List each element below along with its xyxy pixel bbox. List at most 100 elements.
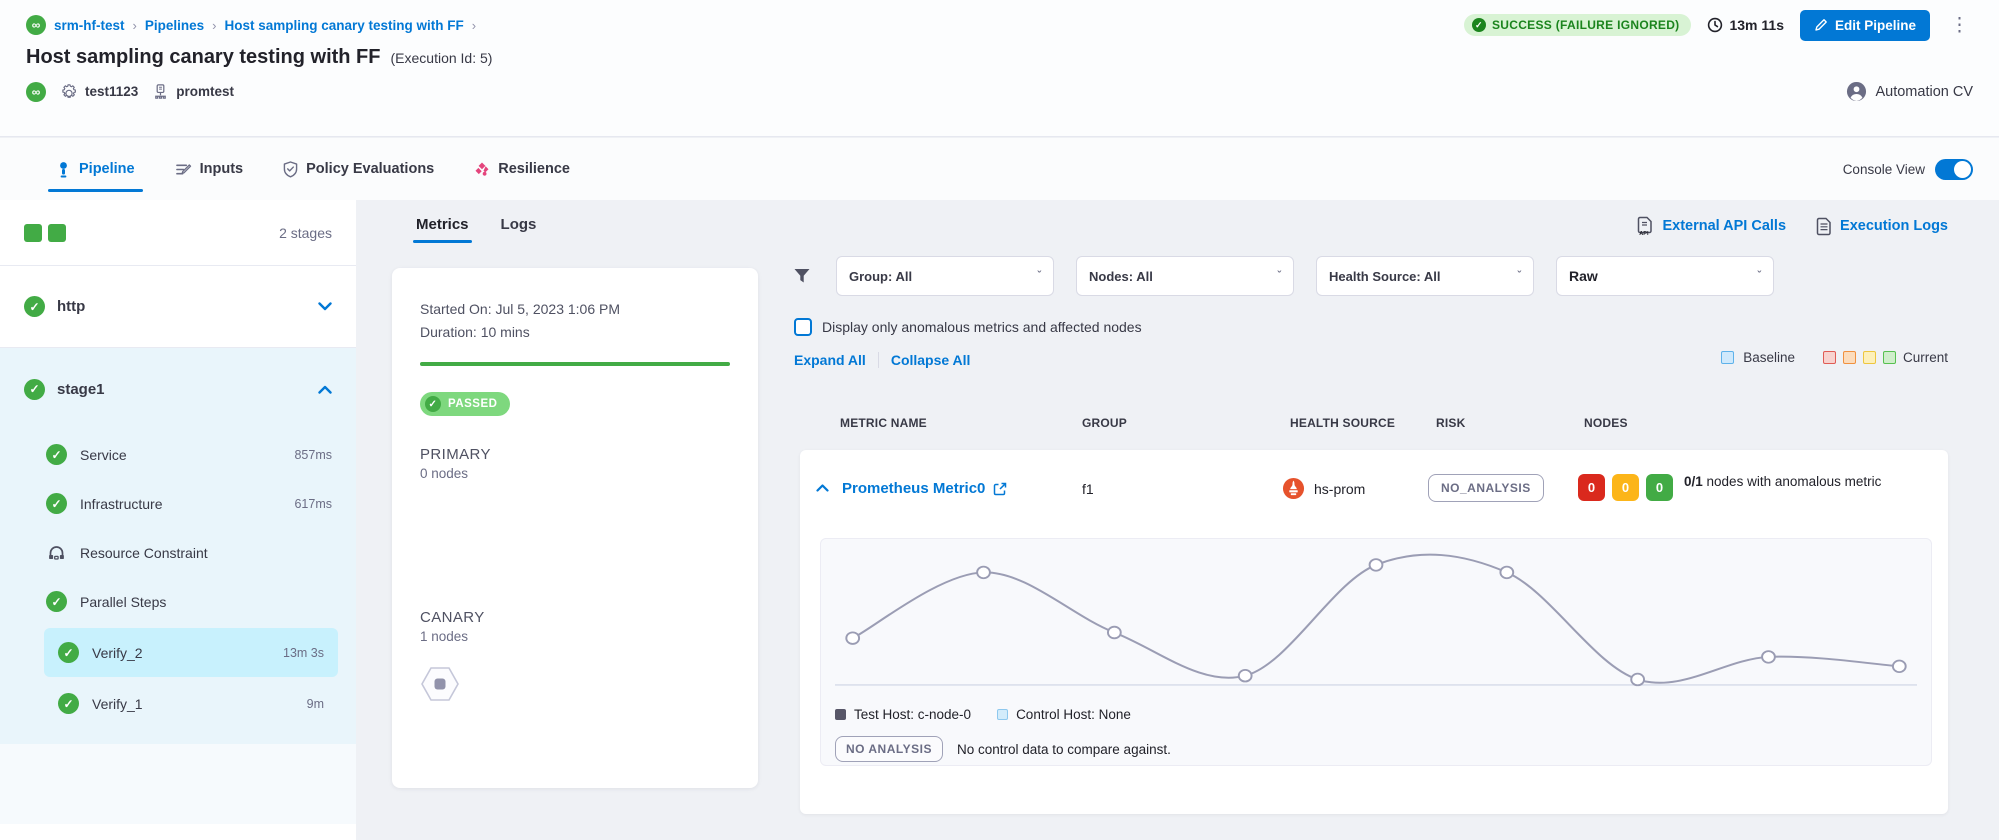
step-row-verify-2[interactable]: ✓ Verify_2 13m 3s [44,628,338,677]
execution-id: (Execution Id: 5) [391,50,493,66]
baseline-current-legend: Baseline Current [1721,350,1948,365]
tab-resilience[interactable]: Resilience [474,138,570,200]
group-filter-select[interactable]: Group: All ˇ [836,256,1054,296]
breadcrumb-pipelines[interactable]: Pipelines [145,18,204,33]
tab-policy-evaluations[interactable]: Policy Evaluations [283,138,434,200]
success-check-icon: ✓ [24,296,45,317]
data-point-marker[interactable] [1500,567,1513,579]
edit-pipeline-button[interactable]: Edit Pipeline [1800,10,1930,41]
api-document-icon: API [1636,216,1654,236]
test-host-legend-item: Test Host: c-node-0 [835,707,971,722]
log-links: API External API Calls Execution Logs [1636,216,1948,236]
nodes-filter-value: Nodes: All [1089,269,1153,284]
external-api-calls-link[interactable]: API External API Calls [1636,216,1786,236]
tab-logs[interactable]: Logs [501,216,537,243]
stage-row-http[interactable]: ✓ http [0,266,356,348]
passed-badge: ✓ PASSED [420,392,510,416]
gear-icon [60,83,78,101]
node-count-yellow-badge: 0 [1612,474,1639,501]
current-green-swatch [1883,351,1896,364]
data-point-marker[interactable] [846,632,859,644]
document-icon [1816,217,1832,236]
no-analysis-message: No control data to compare against. [957,742,1171,757]
health-source-filter-select[interactable]: Health Source: All ˇ [1316,256,1534,296]
filter-row: Group: All ˇ Nodes: All ˇ Health Source:… [792,256,1774,296]
breadcrumb-project[interactable]: srm-hf-test [54,18,125,33]
filter-icon[interactable] [792,266,812,286]
sidebar-spacer [0,744,356,824]
pipeline-icon [56,161,71,178]
service-tag[interactable]: test1123 [60,83,138,101]
metric-group-value: f1 [1082,481,1094,497]
step-duration: 857ms [294,448,332,462]
data-point-marker[interactable] [977,567,990,579]
step-row-service[interactable]: ✓ Service 857ms [0,430,356,479]
step-row-infrastructure[interactable]: ✓ Infrastructure 617ms [0,479,356,528]
data-point-marker[interactable] [1762,651,1775,663]
env-tag-label: promtest [176,84,234,99]
anomalous-filter-row: Display only anomalous metrics and affec… [794,318,1142,336]
verification-console: Metrics Logs Started On: Jul 5, 2023 1:0… [392,200,764,840]
chevron-down-icon: ˇ [1757,270,1761,282]
check-circle-icon: ✓ [1472,18,1486,32]
node-count-red-badge: 0 [1578,474,1605,501]
execution-sidebar: 2 stages ✓ http ✓ stage1 ✓ Service 857ms… [0,200,356,840]
passed-badge-label: PASSED [448,398,497,410]
data-point-marker[interactable] [1239,670,1252,682]
console-tabs: Metrics Logs [392,200,764,243]
risk-badge: NO_ANALYSIS [1428,474,1544,502]
elapsed-time: 13m 11s [1707,17,1784,33]
data-point-marker[interactable] [1893,660,1906,672]
anomalous-checkbox[interactable] [794,318,812,336]
verification-summary-card: Started On: Jul 5, 2023 1:06 PM Duration… [392,268,758,788]
step-duration: 9m [307,697,324,711]
clock-icon [1707,17,1723,33]
user-name: Automation CV [1875,84,1973,100]
collapse-all-link[interactable]: Collapse All [891,352,971,368]
metric-list-panel: Prometheus Metric0 f1 hs-prom NO_ANALYSI… [800,450,1948,814]
canary-node-count: 1 nodes [420,629,730,644]
duration: Duration: 10 mins [420,321,730,344]
success-check-icon: ✓ [58,642,79,663]
console-view-toggle[interactable] [1935,159,1973,180]
success-check-icon: ✓ [46,591,67,612]
step-row-verify-1[interactable]: ✓ Verify_1 9m [44,679,338,728]
data-point-marker[interactable] [1631,674,1644,686]
metric-name-link[interactable]: Prometheus Metric0 [842,480,1007,497]
canary-node-hexagon[interactable] [420,666,460,702]
col-metric-name: METRIC NAME [840,416,927,430]
shield-check-icon [283,161,298,178]
main-content: 2 stages ✓ http ✓ stage1 ✓ Service 857ms… [0,200,1999,840]
breadcrumb-pipeline-name[interactable]: Host sampling canary testing with FF [224,18,463,33]
srm-module-icon: ∞ [26,15,46,35]
tab-inputs[interactable]: Inputs [175,138,244,200]
edit-pipeline-label: Edit Pipeline [1835,18,1916,33]
group-filter-value: Group: All [849,269,912,284]
user-chip: Automation CV [1846,81,1973,102]
tab-pipeline[interactable]: Pipeline [56,138,135,200]
breadcrumb-separator: › [472,18,476,33]
step-row-parallel-steps[interactable]: ✓ Parallel Steps [0,577,356,626]
external-link-icon [993,482,1007,496]
expand-all-link[interactable]: Expand All [794,352,866,368]
data-mode-select[interactable]: Raw ˇ [1556,256,1774,296]
execution-logs-link[interactable]: Execution Logs [1816,217,1948,236]
test-host-swatch [835,709,846,720]
stage-row-stage1[interactable]: ✓ stage1 [0,348,356,430]
chevron-up-icon[interactable] [318,385,332,394]
health-source-filter-value: Health Source: All [1329,269,1440,284]
control-host-label: Control Host: None [1016,707,1131,722]
env-tag[interactable]: promtest [152,83,234,100]
tab-metrics[interactable]: Metrics [416,216,469,243]
divider [878,352,879,368]
collapse-metric-chevron-up-icon[interactable] [816,484,829,492]
metric-line-chart: Test Host: c-node-0 Control Host: None N… [820,538,1932,766]
resilience-icon [474,161,490,177]
nodes-filter-select[interactable]: Nodes: All ˇ [1076,256,1294,296]
data-point-marker[interactable] [1108,627,1121,639]
more-options-icon[interactable]: ⋮ [1946,14,1973,37]
chevron-down-icon[interactable] [318,302,332,311]
data-point-marker[interactable] [1370,559,1383,571]
step-row-resource-constraint[interactable]: Resource Constraint [0,528,356,577]
health-source-label: hs-prom [1314,481,1365,497]
